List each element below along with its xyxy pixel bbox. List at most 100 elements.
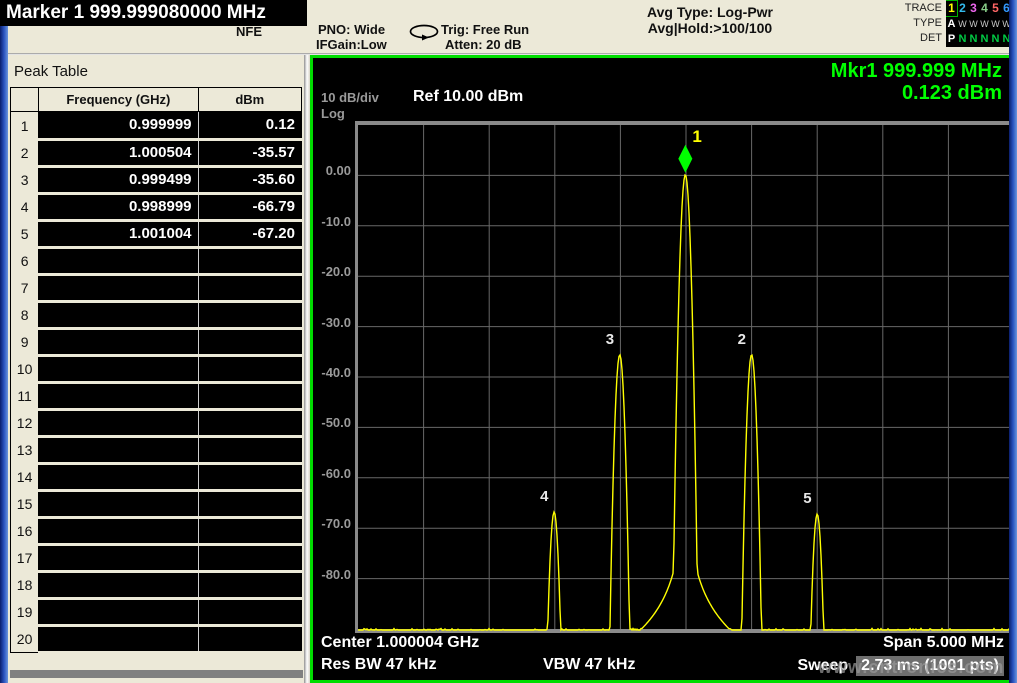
peak-index: 9 <box>11 328 39 355</box>
avg-type: Avg Type: Log-Pwr <box>600 4 820 20</box>
peak-index: 16 <box>11 517 39 544</box>
peak-amplitude-value <box>198 598 301 625</box>
trace-3-selector[interactable]: 3 <box>968 1 979 16</box>
detector-indicator: N <box>990 32 1001 47</box>
peak-table-row: 6 <box>11 247 302 274</box>
peak-table-row: 51.001004-67.20 <box>11 220 302 247</box>
peak-table-row: 9 <box>11 328 302 355</box>
peak-amplitude-value: -35.60 <box>198 166 301 193</box>
peak-table-row: 11 <box>11 382 302 409</box>
y-axis-tick-label: -50.0 <box>313 415 351 430</box>
trace-detectors-row: PNNNNN <box>946 30 1017 45</box>
peak-amplitude-value: -67.20 <box>198 220 301 247</box>
peak-index: 6 <box>11 247 39 274</box>
scale-type: Log <box>321 106 345 121</box>
peak-amplitude-value <box>198 490 301 517</box>
peak-index: 18 <box>11 571 39 598</box>
continuous-sweep-icon <box>406 23 442 46</box>
peak-table: Frequency (GHz) dBm 10.9999990.1221.0005… <box>10 87 302 654</box>
peak-table-row: 21.000504-35.57 <box>11 139 302 166</box>
peak-amplitude-value <box>198 355 301 382</box>
peak-frequency-value: 0.999499 <box>39 166 198 193</box>
watermark: www.cntronics.com <box>818 657 1004 678</box>
peak-table-row: 8 <box>11 301 302 328</box>
peak-index: 14 <box>11 463 39 490</box>
trace-legend-labels: TRACE TYPE DET <box>878 1 942 46</box>
peak-2-label: 2 <box>738 331 746 348</box>
peak-table-row: 15 <box>11 490 302 517</box>
peak-frequency-value <box>39 598 198 625</box>
detector-indicator: N <box>979 32 990 47</box>
y-axis-tick-label: -20.0 <box>313 264 351 279</box>
y-axis-tick-label: 0.00 <box>313 163 351 178</box>
y-axis-tick-label: -30.0 <box>313 315 351 330</box>
ifgain-setting: IFGain:Low <box>316 37 387 52</box>
graticule <box>355 121 1015 633</box>
trace-2-selector[interactable]: 2 <box>957 1 968 16</box>
window-edge-left <box>0 26 8 683</box>
peak-index: 3 <box>11 166 39 193</box>
peak-frequency-value <box>39 625 198 653</box>
peak-index: 19 <box>11 598 39 625</box>
average-block: Avg Type: Log-Pwr Avg|Hold:>100/100 <box>600 4 820 36</box>
peak-index: 8 <box>11 301 39 328</box>
peak-frequency-value <box>39 247 198 274</box>
top-annotation-bar: Marker 1 999.999080000 MHz NFE PNO: Wide… <box>0 0 1017 55</box>
peak-4-label: 4 <box>540 488 548 505</box>
trace-plot <box>358 125 1014 633</box>
marker1-diamond[interactable] <box>678 145 692 173</box>
pno-setting: PNO: Wide <box>318 22 385 37</box>
peak-amplitude-value: -35.57 <box>198 139 301 166</box>
res-bw: Res BW 47 kHz <box>321 656 437 674</box>
peak-amplitude-value <box>198 544 301 571</box>
peak-amplitude-value <box>198 247 301 274</box>
peak-frequency-value: 1.000504 <box>39 139 198 166</box>
peak-5-label: 5 <box>803 490 811 507</box>
peak-amplitude-value: -66.79 <box>198 193 301 220</box>
peak-frequency-value: 0.998999 <box>39 193 198 220</box>
peak-frequency-value <box>39 571 198 598</box>
peak-index: 13 <box>11 436 39 463</box>
peak-frequency-value <box>39 517 198 544</box>
window-edge-right <box>1009 0 1017 683</box>
marker-readout: Marker 1 999.999080000 MHz <box>0 0 307 26</box>
trigger-setting: Trig: Free Run <box>441 22 529 37</box>
detector-indicator: P <box>946 32 957 47</box>
y-axis-tick-label: -70.0 <box>313 516 351 531</box>
peak-index: 10 <box>11 355 39 382</box>
y-axis-tick-label: -10.0 <box>313 214 351 229</box>
peak-index: 4 <box>11 193 39 220</box>
peak-frequency-value <box>39 274 198 301</box>
peak-table-row: 12 <box>11 409 302 436</box>
analyzer-screen: Marker 1 999.999080000 MHz NFE PNO: Wide… <box>0 0 1017 683</box>
trace-5-selector[interactable]: 5 <box>990 1 1001 16</box>
grid-lines <box>358 125 1014 629</box>
peak-table-row: 13 <box>11 436 302 463</box>
ref-level: Ref 10.00 dBm <box>413 88 523 106</box>
peak-table-row: 18 <box>11 571 302 598</box>
type-label: TYPE <box>878 16 942 31</box>
peak-frequency-value <box>39 301 198 328</box>
detector-indicator: N <box>957 32 968 47</box>
peak-amplitude-value <box>198 517 301 544</box>
peak-amplitude-value: 0.12 <box>198 112 301 140</box>
marker1-number-label: 1 <box>692 127 701 147</box>
peak-index: 17 <box>11 544 39 571</box>
video-bw: VBW 47 kHz <box>543 656 635 674</box>
peak-frequency-value <box>39 409 198 436</box>
peak-frequency-value <box>39 328 198 355</box>
peak-frequency-value <box>39 463 198 490</box>
peak-frequency-value <box>39 490 198 517</box>
peak-frequency-value: 0.999999 <box>39 112 198 140</box>
peak-frequency-value <box>39 544 198 571</box>
peak-table-row: 40.998999-66.79 <box>11 193 302 220</box>
peak-index: 2 <box>11 139 39 166</box>
peak-amplitude-value <box>198 571 301 598</box>
trace-4-selector[interactable]: 4 <box>979 1 990 16</box>
peak-table-panel: Peak Table Frequency (GHz) dBm 10.999999… <box>0 55 310 683</box>
peak-index: 15 <box>11 490 39 517</box>
peak-amplitude-value <box>198 301 301 328</box>
peak-table-row: 16 <box>11 517 302 544</box>
trace-1-selector[interactable]: 1 <box>946 1 957 16</box>
det-label: DET <box>878 31 942 46</box>
